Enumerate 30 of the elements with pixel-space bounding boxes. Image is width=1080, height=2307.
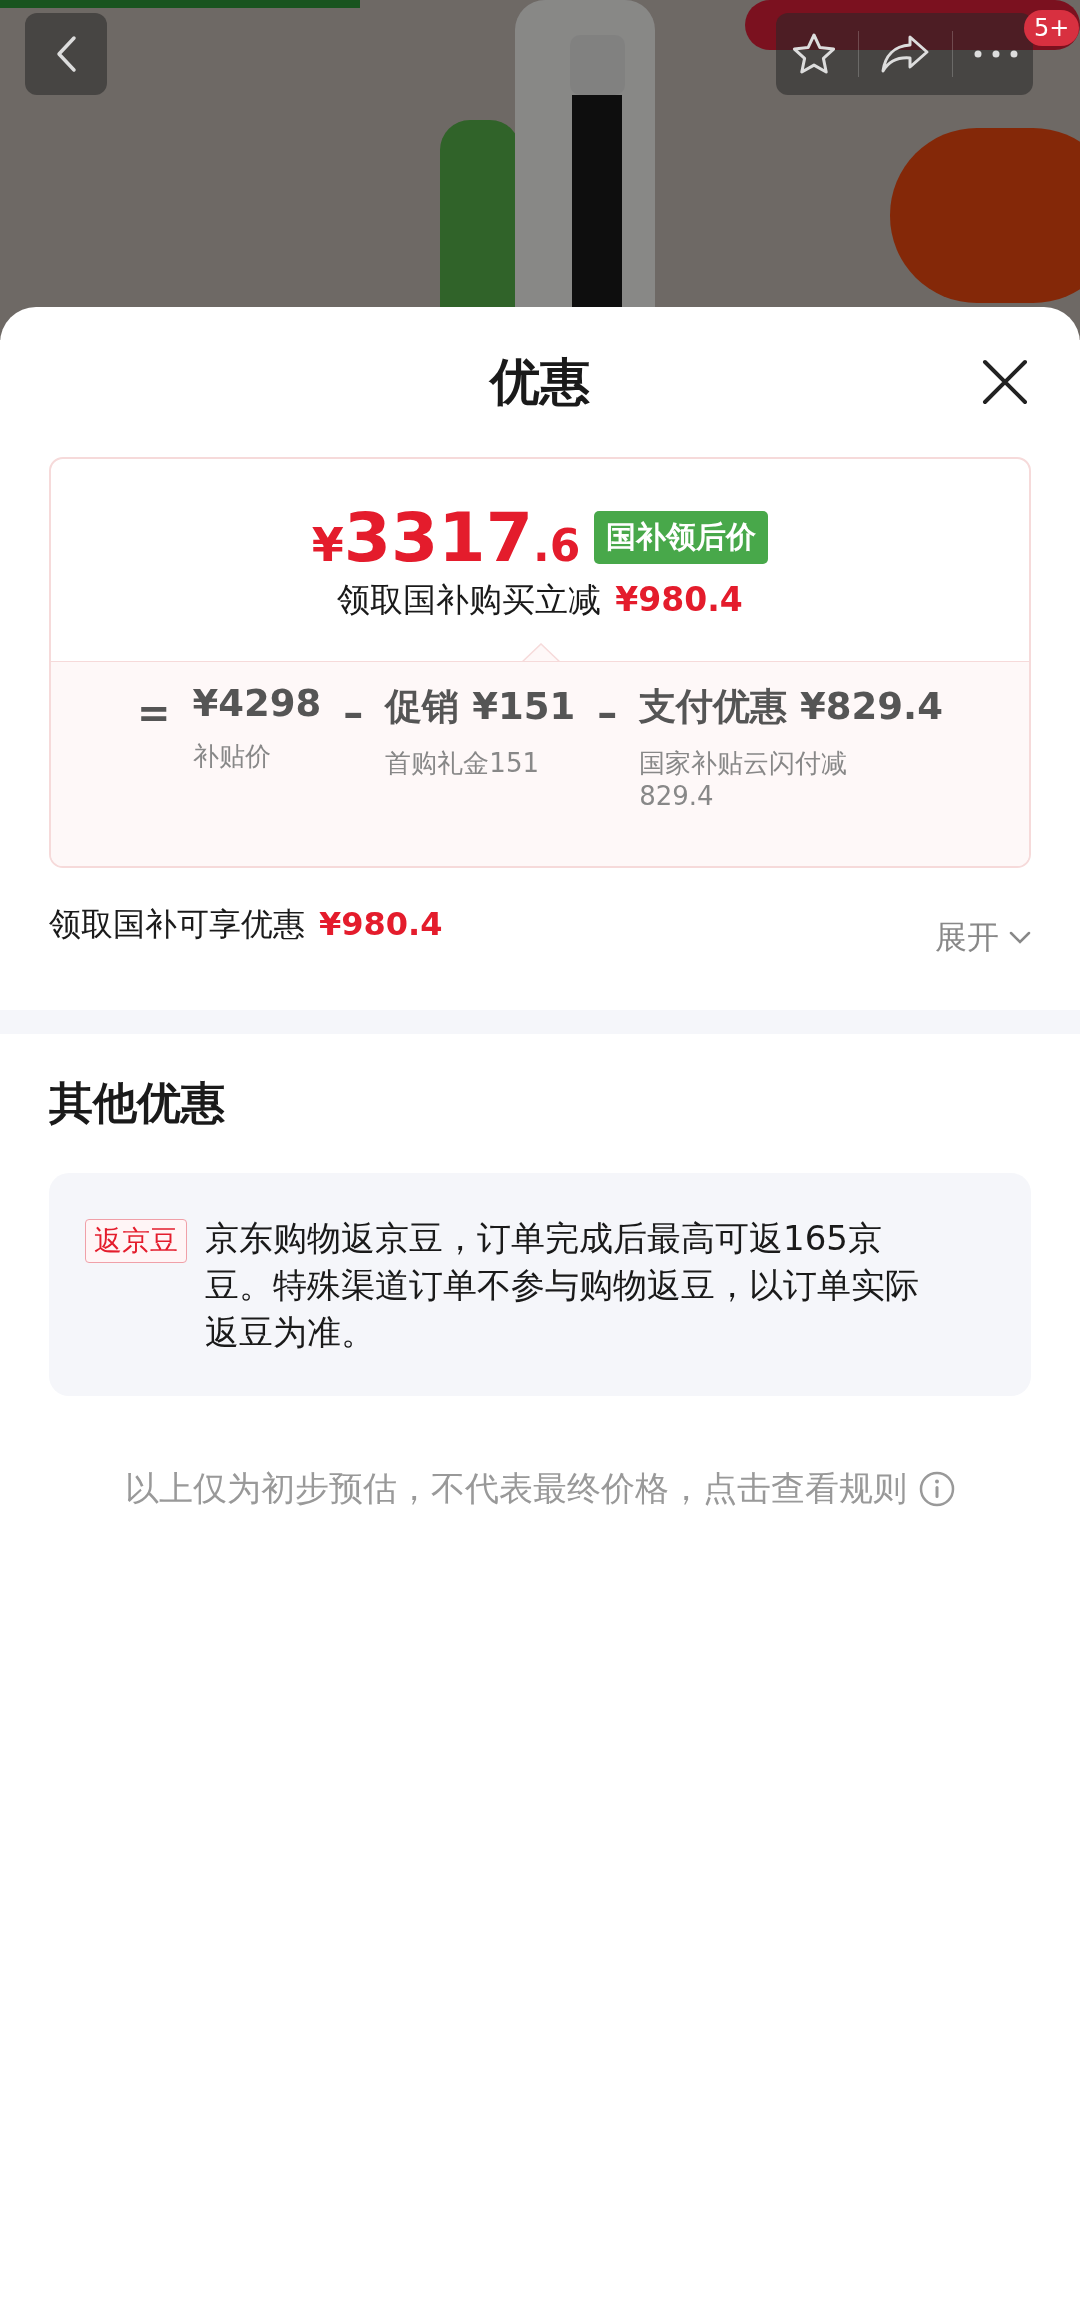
rules-link[interactable]: 以上仅为初步预估，不代表最终价格，点击查看规则 <box>125 1466 955 1512</box>
star-icon <box>790 32 837 76</box>
term-note: 首购礼金151 <box>385 747 540 780</box>
sheet-title: 优惠 <box>490 351 590 413</box>
summary-label: 领取国补可享优惠 <box>49 904 305 945</box>
term-value: 促销 ¥151 <box>385 684 576 730</box>
close-button[interactable] <box>982 359 1028 405</box>
share-icon <box>880 33 931 75</box>
operator-sign: – <box>597 690 618 736</box>
operator-sign: = <box>137 690 171 736</box>
offer-text: 京东购物返京豆，订单完成后最高可返165京豆。特殊渠道订单不参与购物返豆，以订单实际返豆为准。 <box>205 1217 920 1354</box>
chevron-icon <box>1009 931 1031 945</box>
back-button[interactable] <box>25 13 107 95</box>
discount-amount: ¥980.4 <box>615 579 743 619</box>
term-value: ¥4298 <box>192 682 322 725</box>
back-icon <box>55 35 77 73</box>
more-icon <box>974 50 1019 58</box>
discount-label: 领取国补购买立减 <box>337 578 602 621</box>
close-icon <box>982 359 1028 405</box>
price-tag: 国补领后价 <box>594 511 769 564</box>
term-note: 国家补贴云闪付减829.4 <box>639 747 849 811</box>
final-price: ¥3317.6 <box>311 503 581 572</box>
section-title: 其他优惠 <box>49 1076 226 1130</box>
info-icon <box>919 1471 955 1507</box>
expand-button[interactable]: 展开 <box>935 916 1031 960</box>
term-value: 支付优惠 ¥829.4 <box>639 684 943 730</box>
summary-amount: ¥980.4 <box>319 905 443 943</box>
operator-sign: – <box>343 690 364 736</box>
offer-tag: 返京豆 <box>85 1219 187 1263</box>
term-note: 补贴价 <box>192 740 272 773</box>
